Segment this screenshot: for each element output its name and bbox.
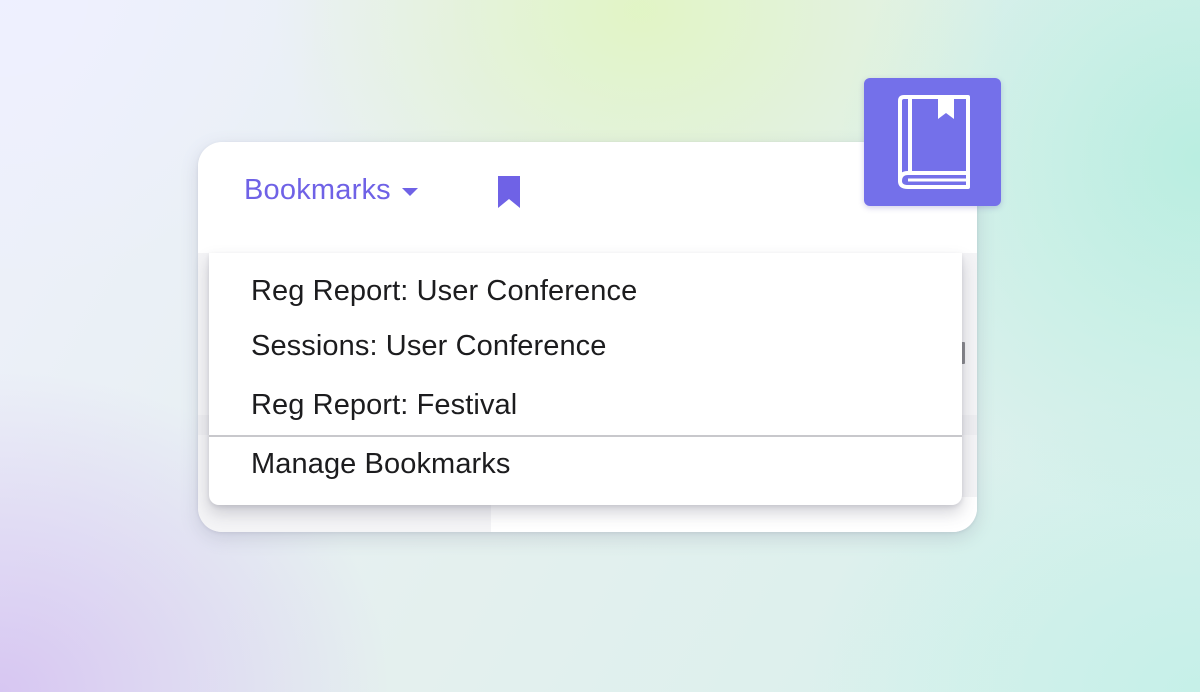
menu-item-reg-report-festival[interactable]: Reg Report: Festival <box>251 389 517 422</box>
bookmarks-menu: Reg Report: User Conference Sessions: Us… <box>209 253 962 505</box>
bookmarks-badge <box>864 78 1001 206</box>
manage-bookmarks-item[interactable]: Manage Bookmarks <box>251 448 511 481</box>
bookmarks-dropdown-toggle[interactable]: Bookmarks <box>244 170 418 210</box>
card-header: Bookmarks <box>198 142 977 253</box>
bookmark-icon[interactable] <box>496 175 522 209</box>
caret-down-icon <box>401 188 418 196</box>
menu-divider <box>209 435 962 437</box>
bookmarks-label: Bookmarks <box>244 173 391 206</box>
book-with-bookmark-icon <box>898 95 970 189</box>
menu-item-reg-report-user-conference[interactable]: Reg Report: User Conference <box>251 275 637 308</box>
menu-item-sessions-user-conference[interactable]: Sessions: User Conference <box>251 330 607 363</box>
